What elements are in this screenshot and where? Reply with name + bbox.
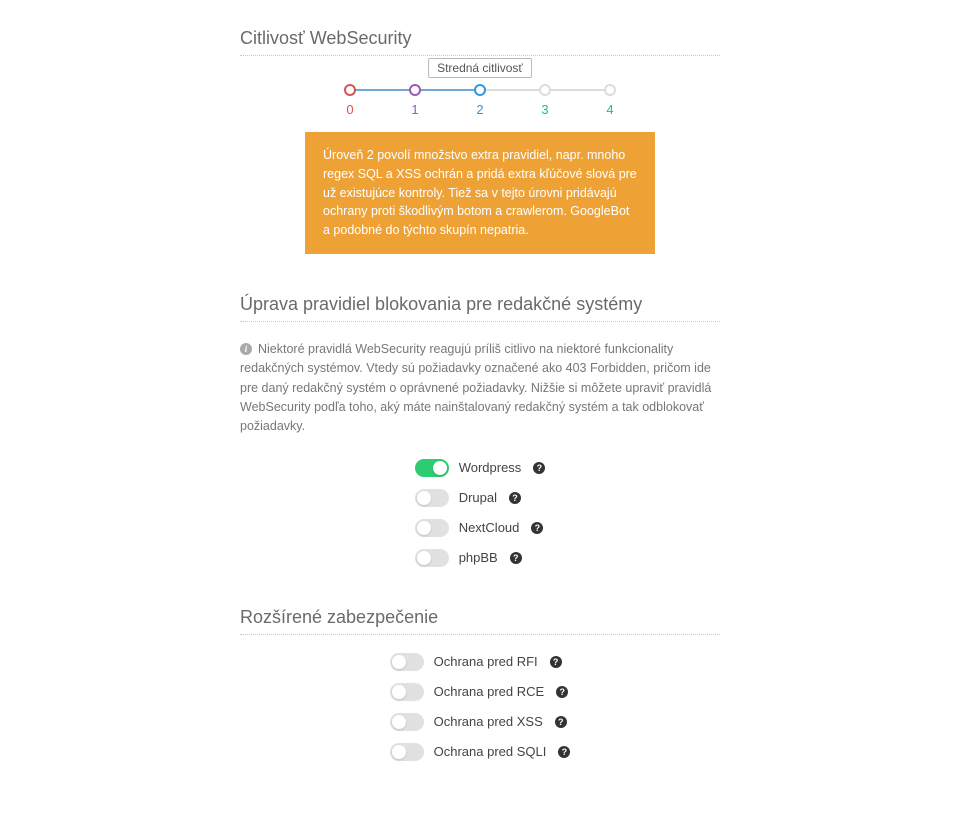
cms-notice: iNiektoré pravidlá WebSecurity reagujú p… xyxy=(240,340,720,437)
sensitivity-section: Citlivosť WebSecurity Stredná citlivosť … xyxy=(240,28,720,254)
toggle-knob xyxy=(417,521,431,535)
slider-label-1: 1 xyxy=(411,102,418,117)
sensitivity-description-box: Úroveň 2 povolí množstvo extra pravidiel… xyxy=(305,132,655,254)
toggle-knob xyxy=(392,655,406,669)
help-icon[interactable]: ? xyxy=(550,656,562,668)
slider-stop-1[interactable] xyxy=(409,84,421,96)
help-icon[interactable]: ? xyxy=(556,686,568,698)
help-icon[interactable]: ? xyxy=(558,746,570,758)
divider xyxy=(240,55,720,56)
advanced-toggle-ochrana-pred-rce[interactable] xyxy=(390,683,424,701)
slider-stop-0[interactable] xyxy=(344,84,356,96)
slider-stop-3[interactable] xyxy=(539,84,551,96)
help-icon[interactable]: ? xyxy=(509,492,521,504)
advanced-row: Ochrana pred RCE? xyxy=(390,683,571,701)
advanced-toggle-ochrana-pred-sqli[interactable] xyxy=(390,743,424,761)
advanced-security-section: Rozšírené zabezpečenie Ochrana pred RFI?… xyxy=(240,607,720,761)
info-icon: i xyxy=(240,343,252,355)
help-icon[interactable]: ? xyxy=(533,462,545,474)
toggle-knob xyxy=(433,461,447,475)
cms-toggle-nextcloud[interactable] xyxy=(415,519,449,537)
cms-rules-section: Úprava pravidiel blokovania pre redakčné… xyxy=(240,294,720,567)
sensitivity-slider[interactable]: Stredná citlivosť 01234 xyxy=(340,84,620,102)
toggle-knob xyxy=(392,745,406,759)
slider-stop-2[interactable] xyxy=(474,84,486,96)
toggle-knob xyxy=(392,715,406,729)
cms-rules-title: Úprava pravidiel blokovania pre redakčné… xyxy=(240,294,720,315)
advanced-toggle-ochrana-pred-xss[interactable] xyxy=(390,713,424,731)
advanced-label: Ochrana pred RFI xyxy=(434,654,538,669)
cms-label: phpBB xyxy=(459,550,498,565)
help-icon[interactable]: ? xyxy=(555,716,567,728)
cms-label: NextCloud xyxy=(459,520,520,535)
cms-toggle-wordpress[interactable] xyxy=(415,459,449,477)
advanced-row: Ochrana pred SQLI? xyxy=(390,743,571,761)
divider xyxy=(240,634,720,635)
cms-notice-text: Niektoré pravidlá WebSecurity reagujú pr… xyxy=(240,342,711,434)
help-icon[interactable]: ? xyxy=(510,552,522,564)
toggle-knob xyxy=(392,685,406,699)
cms-row: NextCloud? xyxy=(415,519,546,537)
slider-stop-4[interactable] xyxy=(604,84,616,96)
cms-row: phpBB? xyxy=(415,549,546,567)
toggle-knob xyxy=(417,551,431,565)
cms-toggle-list: Wordpress?Drupal?NextCloud?phpBB? xyxy=(415,459,546,567)
toggle-knob xyxy=(417,491,431,505)
cms-label: Wordpress xyxy=(459,460,522,475)
advanced-title: Rozšírené zabezpečenie xyxy=(240,607,720,628)
cms-row: Drupal? xyxy=(415,489,546,507)
advanced-toggle-ochrana-pred-rfi[interactable] xyxy=(390,653,424,671)
advanced-row: Ochrana pred RFI? xyxy=(390,653,571,671)
divider xyxy=(240,321,720,322)
advanced-label: Ochrana pred SQLI xyxy=(434,744,547,759)
cms-toggle-drupal[interactable] xyxy=(415,489,449,507)
slider-label-0: 0 xyxy=(346,102,353,117)
help-icon[interactable]: ? xyxy=(531,522,543,534)
slider-label-3: 3 xyxy=(541,102,548,117)
slider-label-4: 4 xyxy=(606,102,613,117)
sensitivity-title: Citlivosť WebSecurity xyxy=(240,28,720,49)
cms-row: Wordpress? xyxy=(415,459,546,477)
advanced-toggle-list: Ochrana pred RFI?Ochrana pred RCE?Ochran… xyxy=(390,653,571,761)
slider-tooltip: Stredná citlivosť xyxy=(428,58,532,78)
slider-label-2: 2 xyxy=(476,102,483,117)
advanced-row: Ochrana pred XSS? xyxy=(390,713,571,731)
cms-toggle-phpbb[interactable] xyxy=(415,549,449,567)
cms-label: Drupal xyxy=(459,490,497,505)
slider-track[interactable] xyxy=(350,84,610,96)
advanced-label: Ochrana pred RCE xyxy=(434,684,545,699)
advanced-label: Ochrana pred XSS xyxy=(434,714,543,729)
